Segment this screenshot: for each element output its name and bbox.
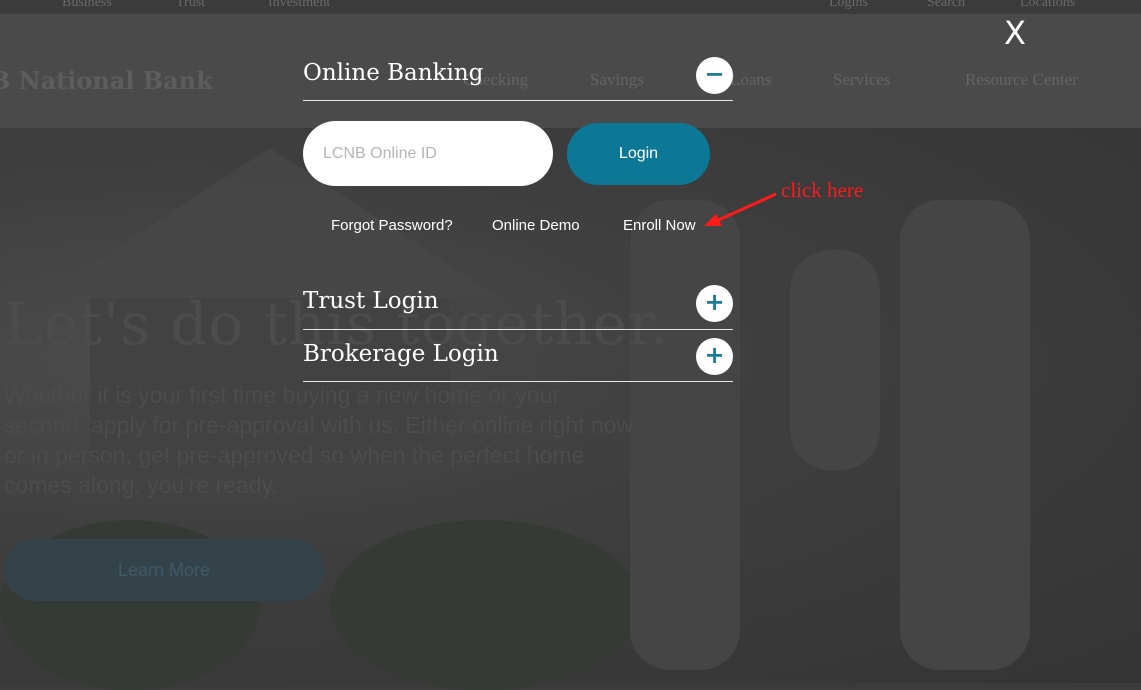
enroll-now-link[interactable]: Enroll Now (623, 217, 696, 234)
hero-description: Whether it is your first time buying a n… (4, 382, 634, 498)
collapse-online-banking-icon[interactable]: − (696, 57, 733, 94)
brokerage-login-section-header[interactable]: Brokerage Login + (303, 337, 733, 382)
online-id-input[interactable] (303, 121, 553, 186)
online-demo-link[interactable]: Online Demo (492, 217, 580, 234)
trust-login-section-header[interactable]: Trust Login + (303, 284, 733, 330)
trust-login-title: Trust Login (303, 288, 439, 314)
login-button[interactable]: Login (567, 123, 710, 185)
topbar-locations-link: Locations (1020, 0, 1076, 10)
topbar-trust-link: Trust (176, 0, 206, 10)
person-figure-shape (900, 200, 1030, 670)
learn-more-button: Learn More (4, 539, 324, 601)
nav-services: Services (833, 70, 891, 89)
nav-loans: Loans (730, 70, 772, 89)
red-arrow-icon (704, 192, 777, 226)
topbar-search-link: Search (927, 0, 966, 10)
bank-logo-text: B National Bank (0, 66, 213, 95)
forgot-password-link[interactable]: Forgot Password? (331, 217, 453, 234)
person-figure-shape (630, 200, 740, 670)
online-banking-title: Online Banking (303, 60, 484, 86)
topbar-logins-link: Logins (829, 0, 868, 10)
expand-trust-login-icon[interactable]: + (696, 285, 733, 322)
child-figure-shape (790, 250, 880, 470)
topbar-investment-link: Investment (268, 0, 331, 10)
close-modal-button[interactable]: X (1004, 14, 1026, 52)
click-here-annotation: click here (781, 178, 864, 202)
top-utility-bar: Business Trust Investment Logins Search … (0, 0, 1141, 14)
expand-brokerage-login-icon[interactable]: + (696, 338, 733, 375)
brokerage-login-title: Brokerage Login (303, 341, 499, 367)
topbar-business-link: Business (62, 0, 112, 10)
online-banking-section-header[interactable]: Online Banking − (303, 54, 733, 101)
shrub-shape (330, 520, 640, 690)
nav-resource-center: Resource Center (965, 70, 1078, 89)
